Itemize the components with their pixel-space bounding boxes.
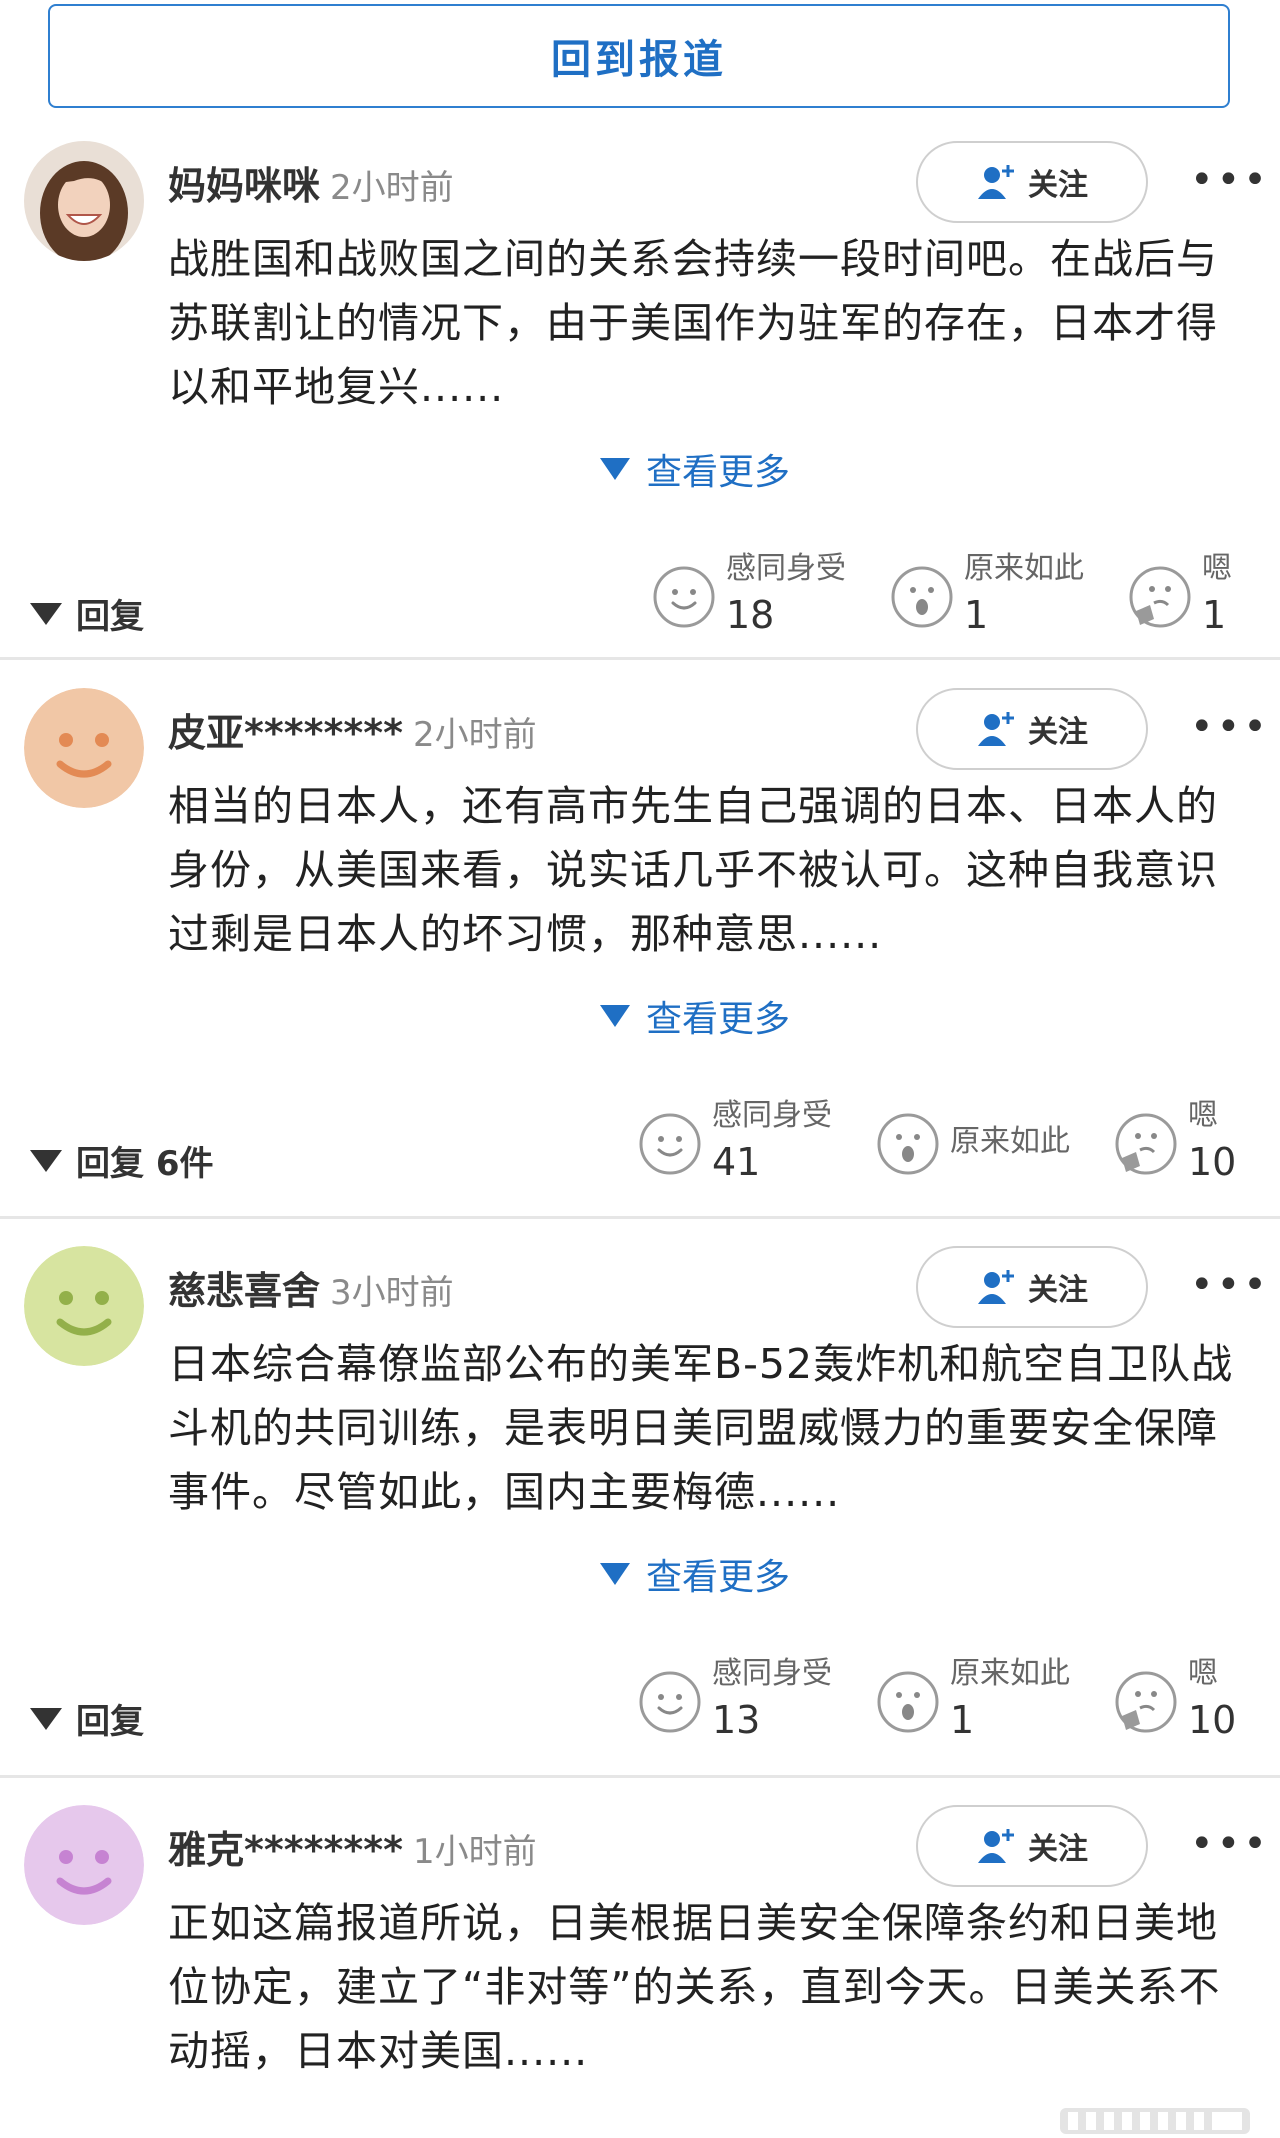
comment-card: 雅克******** 1小时前 关注 ••• 正如这篇报道所说，日美根据日美安全保… <box>0 1805 1280 2125</box>
follow-button[interactable]: 关注 <box>916 688 1148 770</box>
avatar[interactable] <box>24 1805 144 1925</box>
comment-time: 2小时前 <box>330 168 454 208</box>
reaction-hmm[interactable]: 嗯 10 <box>1114 1646 1252 1756</box>
add-user-icon <box>978 1270 1014 1304</box>
triangle-down-icon <box>30 1707 62 1730</box>
see-more-link[interactable]: 查看更多 <box>600 443 790 495</box>
comment-time: 1小时前 <box>412 1832 537 1872</box>
divider <box>0 1775 1280 1778</box>
reply-toggle[interactable]: 回复 6件 <box>30 1136 214 1185</box>
triangle-down-icon <box>30 1149 62 1172</box>
thinking-face-icon <box>1115 1113 1177 1175</box>
reactions: 感同身受 41 原来如此 嗯 10 <box>638 1088 1252 1198</box>
divider <box>0 657 1280 660</box>
divider <box>0 1216 1280 1219</box>
add-user-icon <box>978 712 1014 746</box>
see-more-link[interactable]: 查看更多 <box>600 1548 790 1600</box>
comment-card: 皮亚******** 2小时前 关注 ••• 相当的日本人，还有高市先生自己强调的… <box>0 688 1280 1247</box>
more-options-button[interactable]: ••• <box>1190 1824 1270 1864</box>
comment-author[interactable]: 慈悲喜舍 3小时前 <box>168 1260 454 1315</box>
avatar-photo[interactable] <box>24 141 144 261</box>
reply-toggle[interactable]: 回复 <box>30 589 144 638</box>
reaction-i-see[interactable]: 原来如此 <box>876 1088 1096 1198</box>
reaction-hmm[interactable]: 嗯 10 <box>1114 1088 1252 1198</box>
surprised-face-icon <box>877 1113 939 1175</box>
comment-card: 妈妈咪咪 2小时前 关注 ••• 战胜国和战败国之间的关系会持续一段时间吧。在战后… <box>0 141 1280 700</box>
reaction-i-see[interactable]: 原来如此 1 <box>890 541 1110 651</box>
comment-author[interactable]: 雅克******** 1小时前 <box>168 1819 537 1874</box>
reply-toggle[interactable]: 回复 <box>30 1694 144 1743</box>
add-user-icon <box>978 165 1014 199</box>
comment-author[interactable]: 皮亚******** 2小时前 <box>168 702 537 757</box>
smile-face-icon <box>639 1671 701 1733</box>
comment-author[interactable]: 妈妈咪咪 2小时前 <box>168 155 454 210</box>
back-to-article-button[interactable]: 回到报道 <box>48 4 1230 108</box>
watermark-logo <box>1060 2108 1250 2134</box>
reaction-empathize[interactable]: 感同身受 41 <box>638 1088 858 1198</box>
avatar[interactable] <box>24 1246 144 1366</box>
comment-card: 慈悲喜舍 3小时前 关注 ••• 日本综合幕僚监部公布的美军B-52轰炸机和航空自… <box>0 1246 1280 1805</box>
avatar[interactable] <box>24 688 144 808</box>
comment-time: 2小时前 <box>412 715 537 755</box>
follow-button[interactable]: 关注 <box>916 1246 1148 1328</box>
more-options-button[interactable]: ••• <box>1190 707 1270 747</box>
comment-text: 相当的日本人，还有高市先生自己强调的日本、日本人的身份，从美国来看，说实话几乎不… <box>168 782 1218 958</box>
reaction-i-see[interactable]: 原来如此 1 <box>876 1646 1096 1756</box>
comment-text: 战胜国和战败国之间的关系会持续一段时间吧。在战后与苏联割让的情况下，由于美国作为… <box>168 235 1218 411</box>
reaction-empathize[interactable]: 感同身受 13 <box>638 1646 858 1756</box>
reaction-hmm[interactable]: 嗯 1 <box>1128 541 1252 651</box>
add-user-icon <box>978 1829 1014 1863</box>
thinking-face-icon <box>1115 1671 1177 1733</box>
comment-time: 3小时前 <box>330 1273 454 1313</box>
triangle-down-icon <box>600 1005 630 1027</box>
triangle-down-icon <box>30 602 62 625</box>
reaction-empathize[interactable]: 感同身受 18 <box>652 541 872 651</box>
thinking-face-icon <box>1129 566 1191 628</box>
follow-button[interactable]: 关注 <box>916 141 1148 223</box>
see-more-link[interactable]: 查看更多 <box>600 990 790 1042</box>
smile-face-icon <box>639 1113 701 1175</box>
comment-text: 正如这篇报道所说，日美根据日美安全保障条约和日美地位协定，建立了“非对等”的关系… <box>168 1899 1221 2075</box>
smile-face-icon <box>653 566 715 628</box>
reactions: 感同身受 13 原来如此 1 嗯 10 <box>638 1646 1252 1756</box>
surprised-face-icon <box>877 1671 939 1733</box>
triangle-down-icon <box>600 458 630 480</box>
more-options-button[interactable]: ••• <box>1190 160 1270 200</box>
follow-button[interactable]: 关注 <box>916 1805 1148 1887</box>
more-options-button[interactable]: ••• <box>1190 1265 1270 1305</box>
surprised-face-icon <box>891 566 953 628</box>
reactions: 感同身受 18 原来如此 1 嗯 1 <box>652 541 1252 651</box>
triangle-down-icon <box>600 1563 630 1585</box>
comment-text: 日本综合幕僚监部公布的美军B-52轰炸机和航空自卫队战斗机的共同训练，是表明日美… <box>168 1340 1234 1516</box>
